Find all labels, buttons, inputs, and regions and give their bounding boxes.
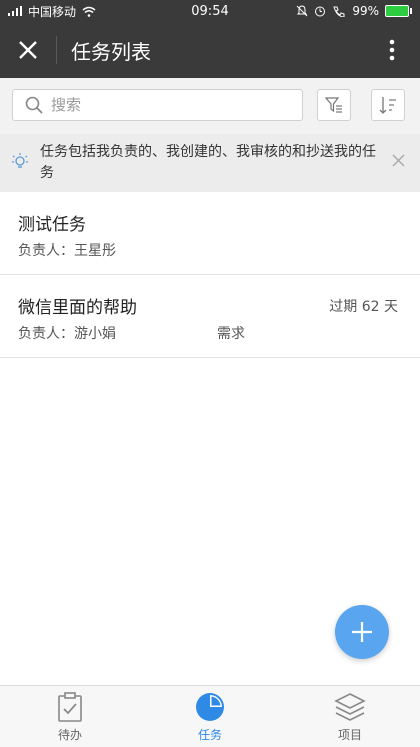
tab-projects[interactable]: 项目 (280, 686, 420, 747)
tab-label: 待办 (57, 728, 82, 742)
page-title: 任务列表 (71, 39, 151, 64)
task-tag: 需求 (217, 326, 245, 342)
filter-icon (325, 97, 342, 113)
close-icon (391, 154, 405, 167)
tab-todo[interactable]: 待办 (0, 686, 140, 747)
task-list: 测试任务 负责人：王星彤 微信里面的帮助 过期 62 天 负责人：游小娟 需求 (0, 192, 420, 358)
layers-icon (334, 693, 366, 721)
overdue-label: 过期 62 天 (329, 299, 398, 315)
clock: 09:54 (191, 3, 229, 19)
search-row (0, 78, 420, 134)
bottom-tab-bar: 待办 任务 项目 (0, 685, 420, 747)
status-bar: 中国移动 09:54 99% (0, 0, 420, 22)
more-vertical-icon (389, 39, 395, 61)
dismiss-notice-button[interactable] (376, 142, 420, 167)
task-item[interactable]: 微信里面的帮助 过期 62 天 负责人：游小娟 需求 (0, 275, 420, 358)
signal-icon (8, 6, 22, 16)
tab-label: 项目 (337, 728, 362, 742)
add-task-button[interactable] (335, 605, 389, 659)
task-name: 测试任务 (18, 215, 86, 235)
notice-text: 任务包括我负责的、我创建的、我审核的和抄送我的任务 (40, 144, 376, 181)
filter-button[interactable] (317, 89, 351, 121)
plus-icon (352, 622, 372, 642)
tab-tasks[interactable]: 任务 (140, 686, 280, 747)
tab-label: 任务 (197, 728, 222, 742)
battery-percent: 99% (352, 4, 379, 18)
clipboard-icon (58, 692, 82, 722)
task-owner: 负责人：王星彤 (18, 243, 116, 259)
sort-button[interactable] (371, 89, 405, 121)
battery-icon (385, 5, 412, 17)
close-icon (19, 41, 37, 59)
more-options-button[interactable] (364, 22, 420, 78)
pie-chart-icon (196, 693, 224, 721)
search-input[interactable] (51, 96, 291, 114)
search-box[interactable] (12, 89, 303, 121)
sort-icon (379, 97, 396, 114)
info-notice: 任务包括我负责的、我创建的、我审核的和抄送我的任务 (0, 134, 420, 192)
task-owner: 负责人：游小娟 (18, 326, 116, 342)
task-item[interactable]: 测试任务 负责人：王星彤 (0, 192, 420, 275)
top-app-bar: 任务列表 (0, 22, 420, 78)
alarm-icon (315, 6, 326, 17)
close-button[interactable] (0, 22, 56, 78)
mute-icon (296, 5, 308, 17)
wifi-icon (82, 6, 96, 17)
carrier-name: 中国移动 (28, 4, 77, 19)
hd-call-icon (333, 6, 345, 17)
task-name: 微信里面的帮助 (18, 298, 137, 318)
lightbulb-icon (12, 153, 28, 168)
search-icon (25, 96, 43, 114)
